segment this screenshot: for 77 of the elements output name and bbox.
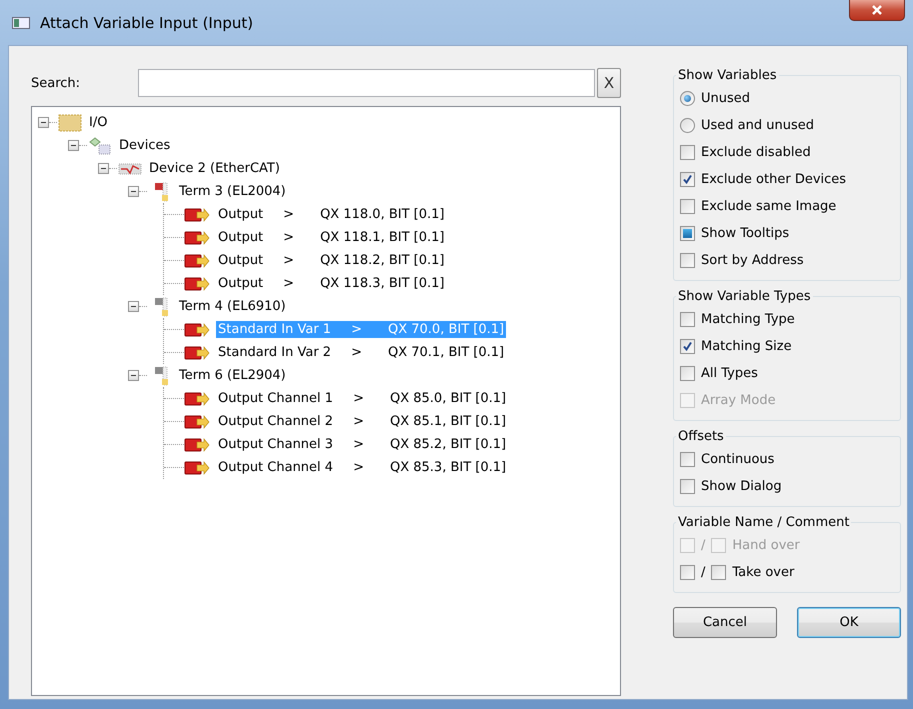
output-icon: [184, 322, 210, 338]
option-label: Sort by Address: [701, 253, 804, 268]
devices-icon: [87, 136, 113, 156]
option-label: Matching Size: [701, 339, 792, 354]
collapse-toggle[interactable]: [128, 186, 139, 197]
checkbox[interactable]: [680, 452, 695, 467]
output-icon: [184, 252, 210, 268]
close-icon: [870, 4, 884, 16]
checkbox[interactable]: [680, 479, 695, 494]
output-icon: [184, 344, 210, 360]
folder-icon: [57, 112, 83, 132]
output-icon: [184, 276, 210, 292]
window-icon: [12, 16, 30, 28]
checkbox[interactable]: [711, 565, 726, 580]
tree-node-label[interactable]: I/O: [89, 115, 108, 130]
option-label: Exclude same Image: [701, 199, 836, 214]
group-title: Show Variables: [677, 68, 778, 83]
output-icon: [184, 436, 210, 452]
radio-button[interactable]: [680, 118, 695, 133]
option-label: Show Tooltips: [701, 226, 790, 241]
close-button[interactable]: [849, 0, 905, 21]
checkbox[interactable]: [680, 253, 695, 268]
search-label: Search:: [31, 76, 82, 90]
option-label: Take over: [732, 565, 794, 580]
collapse-toggle[interactable]: [38, 117, 49, 128]
separator-label: /: [701, 565, 706, 580]
option-label: Exclude disabled: [701, 145, 811, 160]
checkbox[interactable]: [680, 339, 695, 354]
tree-node-label[interactable]: Device 2 (EtherCAT): [149, 161, 280, 176]
tree-node-label[interactable]: Term 6 (EL2904): [179, 368, 286, 383]
tree-item[interactable]: Output Channel 3 > QX 85.2, BIT [0.1]: [216, 436, 508, 453]
tree-item[interactable]: Output > QX 118.1, BIT [0.1]: [216, 229, 446, 246]
collapse-toggle[interactable]: [68, 140, 79, 151]
tree-item[interactable]: Output > QX 118.2, BIT [0.1]: [216, 252, 446, 269]
option-label: Matching Type: [701, 312, 795, 327]
tree-item[interactable]: Output > QX 118.0, BIT [0.1]: [216, 206, 446, 223]
checkbox[interactable]: [680, 312, 695, 327]
option-label: Hand over: [732, 538, 800, 553]
collapse-toggle[interactable]: [128, 301, 139, 312]
group-title: Offsets: [677, 429, 725, 444]
output-icon: [184, 460, 210, 476]
option-label: All Types: [701, 366, 758, 381]
tree-item[interactable]: Output Channel 4 > QX 85.3, BIT [0.1]: [216, 459, 508, 476]
group-title: Show Variable Types: [677, 289, 812, 304]
radio-button[interactable]: [680, 91, 695, 106]
collapse-toggle[interactable]: [128, 370, 139, 381]
checkbox[interactable]: [680, 145, 695, 160]
tree-node-label[interactable]: Devices: [119, 138, 170, 153]
collapse-toggle[interactable]: [98, 163, 109, 174]
tree-item[interactable]: Standard In Var 2 > QX 70.1, BIT [0.1]: [216, 344, 506, 361]
checkbox[interactable]: [680, 199, 695, 214]
option-label: Array Mode: [701, 393, 776, 408]
dialog-button[interactable]: OK: [797, 607, 901, 638]
checkbox[interactable]: [680, 565, 695, 580]
output-icon: [184, 206, 210, 222]
clear-search-button[interactable]: X: [597, 68, 621, 98]
option-label: Unused: [701, 91, 750, 106]
checkbox[interactable]: [680, 226, 695, 241]
tree-item[interactable]: Output Channel 1 > QX 85.0, BIT [0.1]: [216, 390, 508, 407]
tree-node-label[interactable]: Term 3 (EL2004): [179, 184, 286, 199]
option-label: Continuous: [701, 452, 774, 467]
output-icon: [184, 230, 210, 246]
tree-item[interactable]: Output Channel 2 > QX 85.1, BIT [0.1]: [216, 413, 508, 430]
checkbox[interactable]: [680, 366, 695, 381]
option-label: Used and unused: [701, 118, 814, 133]
window-title: Attach Variable Input (Input): [40, 14, 254, 32]
group-title: Variable Name / Comment: [677, 515, 850, 530]
dialog-button[interactable]: Cancel: [673, 607, 777, 638]
checkbox[interactable]: [680, 172, 695, 187]
separator-label: /: [701, 538, 706, 553]
option-label: Show Dialog: [701, 479, 782, 494]
option-label: Exclude other Devices: [701, 172, 846, 187]
output-icon: [184, 390, 210, 406]
search-field[interactable]: [138, 69, 595, 97]
output-icon: [184, 414, 210, 430]
tree-node-label[interactable]: Term 4 (EL6910): [179, 299, 286, 314]
tree-item[interactable]: Output > QX 118.3, BIT [0.1]: [216, 275, 446, 292]
